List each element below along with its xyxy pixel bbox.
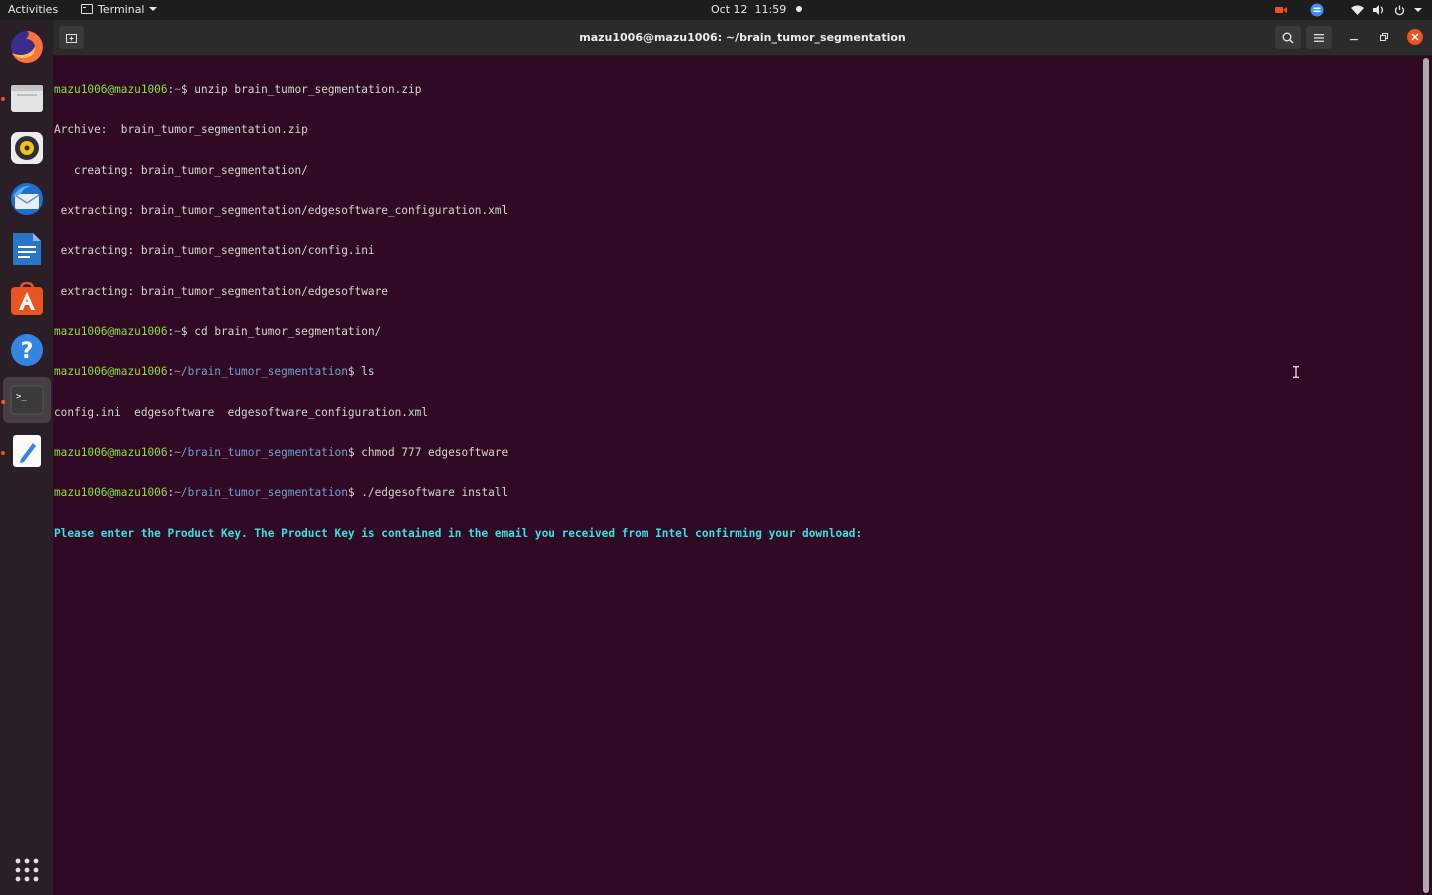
volume-icon[interactable]	[1373, 0, 1385, 20]
rhythmbox-icon	[11, 132, 43, 164]
top-bar: Activities Terminal Oct 12 11:59	[0, 0, 1432, 20]
prompt-user: mazu1006@mazu1006	[54, 82, 168, 96]
prompt-user: mazu1006@mazu1006	[54, 324, 168, 338]
terminal-icon	[81, 4, 93, 14]
search-icon	[1282, 32, 1294, 44]
dock-ubuntu-software[interactable]	[3, 276, 51, 322]
command-text: unzip brain_tumor_segmentation.zip	[187, 82, 422, 96]
time-label: 11:59	[754, 3, 787, 16]
command-text: ./edgesoftware install	[354, 486, 509, 500]
camera-icon[interactable]	[1275, 0, 1287, 20]
minimize-icon	[1350, 39, 1358, 41]
command-text: ls	[354, 365, 375, 379]
svg-text:>_: >_	[16, 392, 27, 402]
terminal-line: mazu1006@mazu1006:~$ unzip brain_tumor_s…	[54, 82, 422, 96]
terminal-output[interactable]: mazu1006@mazu1006:~$ unzip brain_tumor_s…	[54, 56, 1414, 895]
minimize-button[interactable]	[1346, 29, 1362, 45]
writer-icon	[13, 233, 41, 265]
app-menu[interactable]: Terminal	[81, 0, 157, 20]
terminal-line: extracting: brain_tumor_segmentation/edg…	[54, 284, 388, 298]
svg-text:?: ?	[21, 339, 34, 364]
terminal-window: mazu1006@mazu1006: ~/brain_tumor_segment…	[53, 20, 1432, 895]
terminal-line: config.ini edgesoftware edgesoftware_con…	[54, 405, 429, 419]
prompt-user: mazu1006@mazu1006	[54, 446, 168, 459]
terminal-line: mazu1006@mazu1006:~/brain_tumor_segmenta…	[54, 486, 509, 500]
close-button[interactable]	[1407, 29, 1423, 45]
prompt-path: ~	[174, 82, 181, 96]
text-editor-icon	[13, 435, 41, 467]
terminal-line: extracting: brain_tumor_segmentation/edg…	[54, 203, 509, 217]
prompt-user: mazu1006@mazu1006	[54, 365, 168, 379]
dock-writer[interactable]	[3, 226, 51, 272]
window-title: mazu1006@mazu1006: ~/brain_tumor_segment…	[579, 31, 906, 44]
dock-thunderbird[interactable]	[3, 176, 51, 222]
terminal-line: mazu1006@mazu1006:~/brain_tumor_segmenta…	[54, 446, 509, 459]
restore-button[interactable]	[1376, 29, 1392, 45]
close-icon	[1411, 33, 1419, 41]
terminal-line: Archive: brain_tumor_segmentation.zip	[54, 123, 308, 137]
help-icon: ?	[11, 334, 43, 366]
dock-rhythmbox[interactable]	[3, 125, 51, 171]
terminal-line: mazu1006@mazu1006:~$ cd brain_tumor_segm…	[54, 324, 382, 338]
product-key-prompt: Please enter the Product Key. The Produc…	[54, 526, 863, 540]
terminal-line: extracting: brain_tumor_segmentation/con…	[54, 244, 375, 258]
chevron-down-icon[interactable]	[1414, 0, 1422, 20]
restore-icon	[1380, 33, 1388, 41]
dock-help[interactable]: ?	[3, 327, 51, 373]
terminal-icon: >_	[10, 385, 44, 415]
search-button[interactable]	[1275, 26, 1301, 49]
prompt-path: ~	[174, 324, 181, 338]
dock-firefox[interactable]	[3, 24, 51, 70]
menu-button[interactable]	[1306, 26, 1332, 49]
chat-icon[interactable]	[1310, 0, 1324, 20]
scrollbar[interactable]	[1423, 58, 1429, 893]
notification-dot-icon	[796, 6, 803, 12]
header-bar[interactable]: mazu1006@mazu1006: ~/brain_tumor_segment…	[53, 20, 1432, 56]
system-tray[interactable]	[1275, 0, 1422, 20]
clock[interactable]: Oct 12 11:59	[711, 0, 803, 20]
prompt-path: ~/brain_tumor_segmentation	[174, 486, 348, 500]
dock-terminal[interactable]: >_	[3, 377, 51, 423]
dock-text-editor[interactable]	[3, 428, 51, 474]
prompt-user: mazu1006@mazu1006	[54, 486, 168, 500]
thunderbird-icon	[11, 183, 43, 215]
prompt-path: ~/brain_tumor_segmentation	[174, 365, 348, 379]
power-icon[interactable]	[1394, 0, 1405, 20]
dock: ? >_	[0, 20, 53, 895]
terminal-line: creating: brain_tumor_segmentation/	[54, 163, 308, 177]
date-label: Oct 12	[711, 3, 748, 16]
dock-files[interactable]	[3, 74, 51, 120]
software-icon	[11, 282, 43, 315]
terminal-line: mazu1006@mazu1006:~/brain_tumor_segmenta…	[54, 365, 375, 379]
hamburger-icon	[1314, 33, 1324, 42]
text-cursor-icon	[1293, 366, 1299, 378]
files-icon	[11, 85, 43, 112]
show-apps-icon	[15, 858, 39, 882]
wifi-icon[interactable]	[1351, 0, 1364, 20]
caret-down-icon	[148, 7, 157, 11]
activities-button[interactable]: Activities	[8, 0, 58, 20]
show-apps-button[interactable]	[3, 847, 51, 893]
prompt-path: ~/brain_tumor_segmentation	[174, 446, 348, 459]
firefox-icon	[11, 31, 43, 63]
command-text: chmod 777 edgesoftware	[354, 446, 509, 459]
command-text: cd brain_tumor_segmentation/	[187, 324, 382, 338]
app-menu-label: Terminal	[98, 3, 145, 16]
